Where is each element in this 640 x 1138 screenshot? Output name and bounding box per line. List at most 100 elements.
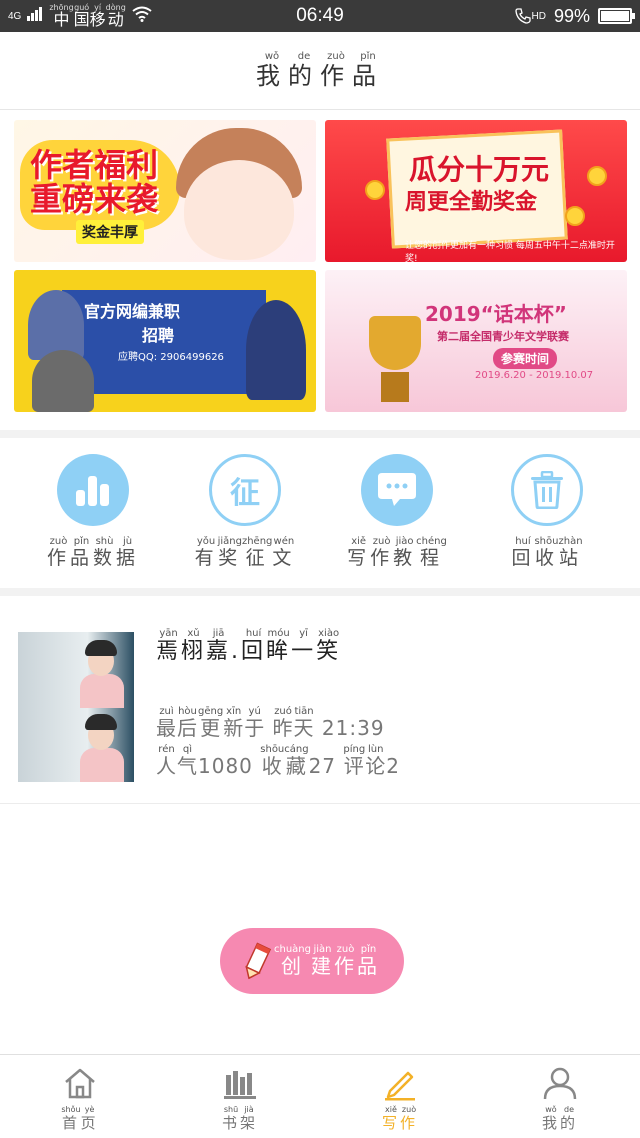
tool-label: 写xiě作zuò教jiào程chéng [347,536,447,570]
tool-recycle-bin[interactable]: 回huí收shōu站zhàn [472,454,622,570]
create-work-button[interactable]: 创chuàng建jiàn作zuò品pǐn [220,928,404,994]
ruby-char: 奖jiǎng [217,536,242,569]
tab-writing[interactable]: 写xiě作zuò [340,1065,460,1133]
work-stats: 人rén气qì1080 收shōu藏cáng27 评píng论lùn2 [156,744,400,779]
status-right: HD 99% [514,0,635,32]
banner-recruitment[interactable]: 官方网编兼职 招聘 应聘QQ: 2906499626 [14,270,316,412]
banner-headline: 2019“话本杯” [425,302,567,326]
banner-contact: 应聘QQ: 2906499626 [118,352,224,363]
ruby-char: 论lùn [365,744,387,778]
ruby-char: 焉yān [156,628,182,664]
tab-home[interactable]: 首shǒu页yè [20,1065,140,1133]
ruby-char: 嘉jiā [206,628,232,664]
banner-weekly-bonus[interactable]: 瓜分十万元 周更全勤奖金 让您的创作更加有一种习惯 每周五中午十二点准时开奖! [325,120,627,262]
coin-icon [565,206,585,226]
ruby-char: 2 [386,754,400,778]
pen-icon [382,1065,418,1101]
ruby-char: 的de [560,1105,579,1132]
ruby-char: 首shǒu [61,1105,81,1132]
ruby-char [265,716,272,740]
user-icon [542,1065,578,1101]
ruby-char: 1080 [198,754,261,778]
tool-contest[interactable]: 征 有yǒu奖jiǎng征zhēng文wén [170,454,320,570]
ruby-char: 一yī [291,628,317,664]
ruby-char: 眸móu [266,628,292,664]
status-bar: 4G 中zhōng国guó移yí动dòng 06:49 HD 99% [0,0,640,32]
ruby-char: 作zuò [334,943,357,978]
ruby-char: 昨zuó [272,706,294,740]
page-title: 我wǒ的de作zuò品pǐn [256,51,384,91]
tool-work-data[interactable]: 作zuò品pǐn数shù据jù [18,454,168,570]
tab-bookshelf[interactable]: 书shū架jià [180,1065,300,1133]
banner-tag: 参赛时间 [493,348,558,369]
ruby-char: 有yǒu [194,536,218,569]
ruby-char: 创chuàng [274,943,311,978]
ruby-char: 数shù [93,536,117,569]
ruby-char: . [231,639,242,664]
contest-icon-glyph: 征 [230,476,260,511]
bookshelf-icon [222,1065,258,1101]
ruby-char: 更gēng [198,706,224,740]
ruby-char: 于yú [244,706,266,740]
battery-icon [598,8,635,24]
ruby-char: 27 [308,754,344,778]
tab-label: 首shǒu页yè [61,1105,98,1133]
ruby-char: 品pǐn [357,943,380,978]
ruby-char: 建jiàn [311,943,334,978]
home-icon [62,1065,98,1101]
ruby-char: 新xīn [223,706,245,740]
hd-label: HD [531,10,546,22]
banner-headline: 瓜分十万元 [409,153,550,186]
tab-label: 写xiě作zuò [382,1105,418,1133]
ruby-char: 评píng [343,744,366,778]
ruby-char: 站zhàn [558,536,583,569]
ruby-char: 作zuò [46,536,70,569]
ruby-char: 天tiān [293,706,315,740]
ruby-char: 我wǒ [256,50,288,90]
bar-chart-icon [57,454,129,526]
banner-subheadline: 第二届全国青少年文学联赛 [437,330,569,343]
ruby-char: 教jiào [393,536,417,569]
trophy-icon [369,316,421,370]
banner-headline: 作者福利 重磅来袭 [30,146,159,218]
ruby-char: 品pǐn [69,536,93,569]
page-header: 我wǒ的de作zuò品pǐn [0,32,640,110]
phone-hd-icon: HD [514,8,546,24]
ruby-char: 21:39 [314,716,385,740]
banner-subheadline: 招聘 [142,326,175,345]
ruby-char: 据jù [116,536,140,569]
create-work-label: 创chuàng建jiàn作zuò品pǐn [274,944,380,979]
ruby-char: 收shōu [534,536,559,569]
ruby-char: 作zuò [400,1105,419,1132]
ruby-char: 收shōu [260,744,285,778]
contest-icon: 征 [209,454,281,526]
banner-tag: 奖金丰厚 [76,220,144,244]
illustration-person [28,290,84,360]
tool-tutorial[interactable]: 写xiě作zuò教jiào程chéng [322,454,472,570]
tool-label: 回huí收shōu站zhàn [511,536,582,570]
banner-grid: 作者福利 重磅来袭 奖金丰厚 瓜分十万元 周更全勤奖金 让您的创作更加有一种习惯 … [0,110,640,430]
banner-subheadline: 周更全勤奖金 [405,190,538,215]
ruby-char: 作zuò [370,536,394,569]
ruby-char: 品pǐn [352,50,384,90]
tab-label: 书shū架jià [222,1105,258,1133]
banner-dates: 2019.6.20 - 2019.10.07 [475,370,594,381]
trophy-base [381,372,409,402]
tool-label: 作zuò品pǐn数shù据jù [47,536,139,570]
banner-author-benefits[interactable]: 作者福利 重磅来袭 奖金丰厚 [14,120,316,262]
banner-headline: 官方网编兼职 [84,302,181,321]
work-title: 焉yān栩xǔ嘉jiā.回huí眸móu一yī笑xiào [156,628,341,665]
ruby-char: 气qì [177,744,198,778]
coin-icon [587,166,607,186]
work-card[interactable]: 焉yān栩xǔ嘉jiā.回huí眸móu一yī笑xiào 最zuì后hòu更gē… [0,596,640,804]
coin-icon [365,180,385,200]
section-divider [0,588,640,596]
tab-me[interactable]: 我wǒ的de [500,1065,620,1133]
ruby-char: 我wǒ [541,1105,560,1132]
ruby-char: 人rén [156,744,177,778]
ruby-char: 的de [288,50,320,90]
ruby-char: 回huí [241,628,267,664]
ruby-char: 写xiě [347,536,371,569]
trash-icon [511,454,583,526]
banner-literature-contest[interactable]: 2019“话本杯” 第二届全国青少年文学联赛 参赛时间 2019.6.20 - … [325,270,627,412]
